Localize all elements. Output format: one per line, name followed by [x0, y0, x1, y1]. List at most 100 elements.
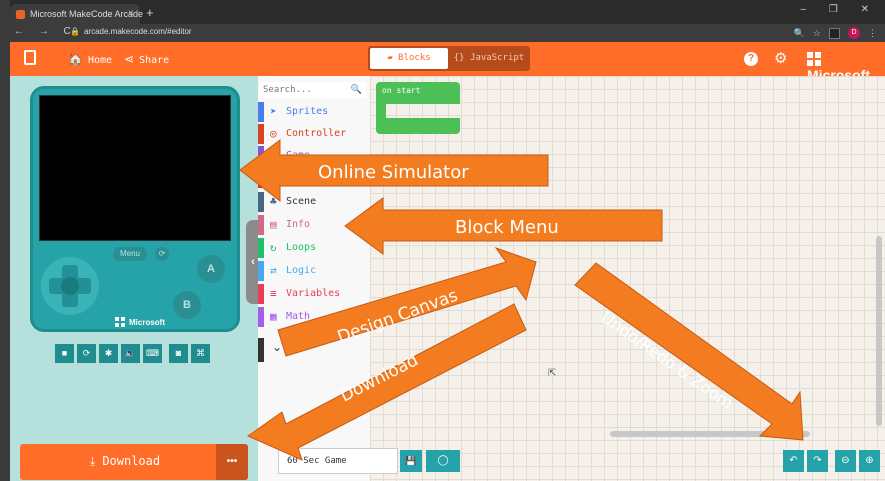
home-label: Home: [87, 55, 113, 66]
debug-icon[interactable]: ✱: [99, 344, 118, 363]
category-label: Music: [286, 172, 317, 183]
app-header: 🏠 Home ⋖ Share ▰ Blocks {} JavaScript ? ⚙ …: [10, 42, 885, 83]
category-label: Sprites: [286, 106, 329, 117]
zoom-icon[interactable]: 🔍: [794, 28, 805, 39]
javascript-tab[interactable]: {} JavaScript: [450, 48, 528, 69]
share-button[interactable]: ⋖ Share: [124, 52, 169, 66]
block-toolbox: Search... 🔍 ➤ Sprites ◎ Controller ● Game ♪ M…: [258, 76, 370, 481]
a-button[interactable]: A: [197, 255, 225, 283]
new-tab-button[interactable]: +: [146, 5, 154, 20]
shuffle-icon: ⇄: [270, 264, 277, 277]
category-scene[interactable]: ♣ Scene: [258, 192, 368, 212]
window-controls[interactable]: – ❐ ✕: [801, 4, 879, 15]
dpad-control[interactable]: [41, 257, 99, 315]
category-info[interactable]: ▤ Info: [258, 215, 368, 235]
download-more-button[interactable]: •••: [216, 444, 248, 480]
lock-icon: 🔒: [70, 27, 80, 36]
download-label-wrap: ⤓ Download: [90, 454, 160, 469]
nav-buttons[interactable]: ← → C: [14, 26, 77, 37]
category-label: Info: [286, 219, 311, 230]
keyboard-icon[interactable]: ⌨: [143, 344, 162, 363]
redo-icon[interactable]: ↷: [807, 450, 828, 472]
tab-close-button[interactable]: ×: [128, 8, 134, 19]
project-name-input[interactable]: 60 Sec Game: [278, 448, 398, 474]
category-label: Logic: [286, 265, 317, 276]
search-icon: 🔍: [350, 85, 362, 95]
sound-icon[interactable]: 🔈: [121, 344, 140, 363]
microsoft-grid-icon: [807, 52, 821, 66]
gear-icon[interactable]: ⚙: [774, 49, 787, 67]
chevron-down-icon[interactable]: ⌄: [272, 340, 282, 354]
category-color-bar: [258, 284, 264, 304]
category-controller[interactable]: ◎ Controller: [258, 124, 368, 144]
category-color-bar: [258, 215, 264, 235]
zoom-in-icon[interactable]: ⊕: [859, 450, 880, 472]
b-button[interactable]: B: [173, 291, 201, 319]
url-field[interactable]: 🔒 arcade.makecode.com/#editor: [70, 27, 192, 36]
editor-toggle: ▰ Blocks {} JavaScript: [368, 46, 530, 71]
home-button[interactable]: 🏠 Home: [68, 52, 112, 66]
mouse-cursor-icon: ⇱: [548, 368, 557, 379]
screenshot-icon[interactable]: ◙: [169, 344, 188, 363]
category-color-bar: [258, 146, 264, 166]
category-variables[interactable]: ≡ Variables: [258, 284, 368, 304]
restart-icon[interactable]: ⟳: [77, 344, 96, 363]
category-label: Game: [286, 150, 311, 161]
toolbox-search-input[interactable]: Search... 🔍: [260, 82, 366, 98]
category-math[interactable]: ▦ Math: [258, 307, 368, 327]
info-card-icon: ▤: [270, 218, 277, 231]
save-icon[interactable]: 💾: [400, 450, 422, 472]
profile-avatar[interactable]: D: [848, 27, 860, 39]
search-placeholder: Search...: [263, 85, 312, 95]
address-bar: ← → C 🔒 arcade.makecode.com/#editor 🔍 ☆ D…: [10, 24, 885, 42]
blocks-tab[interactable]: ▰ Blocks: [370, 48, 448, 69]
reset-button[interactable]: ⟳: [155, 247, 169, 261]
advanced-category-bar[interactable]: [258, 338, 264, 362]
paper-plane-icon: ➤: [270, 105, 277, 118]
category-color-bar: [258, 261, 264, 281]
device-brand-label: Microsoft: [129, 318, 165, 327]
share-icon: ⋖: [124, 52, 135, 66]
category-color-bar: [258, 102, 264, 122]
category-label: Scene: [286, 196, 317, 207]
arcade-logo-icon[interactable]: [24, 50, 36, 65]
music-icon: ♪: [270, 171, 277, 184]
simulator-panel: Menu ⟳ A B Microsoft ■ ⟳ ✱ 🔈 ⌨ ◙ ⌘ ‹ ⤓ Do…: [10, 76, 260, 481]
horizontal-scrollbar[interactable]: [610, 431, 810, 437]
menu-button[interactable]: Menu: [113, 247, 147, 261]
game-screen[interactable]: [39, 95, 231, 241]
category-color-bar: [258, 307, 264, 327]
on-start-label: on start: [376, 82, 460, 104]
share-label: Share: [139, 55, 170, 66]
url-text: arcade.makecode.com/#editor: [83, 27, 192, 36]
category-music[interactable]: ♪ Music: [258, 168, 368, 188]
zoom-out-icon[interactable]: ⊖: [835, 450, 856, 472]
extension-icon[interactable]: [829, 27, 840, 39]
category-color-bar: [258, 192, 264, 212]
design-canvas[interactable]: on start ⇱: [370, 76, 885, 481]
category-color-bar: [258, 238, 264, 258]
browser-tab[interactable]: Microsoft MakeCode Arcade ×: [10, 4, 143, 24]
category-game[interactable]: ● Game: [258, 146, 368, 166]
category-label: Controller: [286, 128, 347, 139]
category-label: Loops: [286, 242, 317, 253]
github-icon[interactable]: ◯: [426, 450, 460, 472]
category-label: Math: [286, 311, 311, 322]
stop-icon[interactable]: ■: [55, 344, 74, 363]
arcade-device: Menu ⟳ A B Microsoft: [30, 86, 240, 332]
category-sprites[interactable]: ➤ Sprites: [258, 102, 368, 122]
tab-bar: Microsoft MakeCode Arcade × + – ❐ ✕: [10, 0, 885, 24]
undo-icon[interactable]: ↶: [783, 450, 804, 472]
star-icon[interactable]: ☆: [813, 28, 821, 39]
favicon-icon: [16, 10, 25, 19]
category-logic[interactable]: ⇄ Logic: [258, 261, 368, 281]
download-button[interactable]: ⤓ Download •••: [20, 444, 248, 480]
category-label: Variables: [286, 288, 341, 299]
fullscreen-icon[interactable]: ⌘: [191, 344, 210, 363]
on-start-block[interactable]: on start: [376, 82, 460, 134]
vertical-scrollbar[interactable]: [876, 236, 882, 426]
help-button[interactable]: ?: [744, 52, 758, 66]
menu-dots-icon[interactable]: ⋮: [868, 28, 877, 39]
simulator-toolbar: ■ ⟳ ✱ 🔈 ⌨ ◙ ⌘: [55, 344, 210, 364]
category-loops[interactable]: ↻ Loops: [258, 238, 368, 258]
